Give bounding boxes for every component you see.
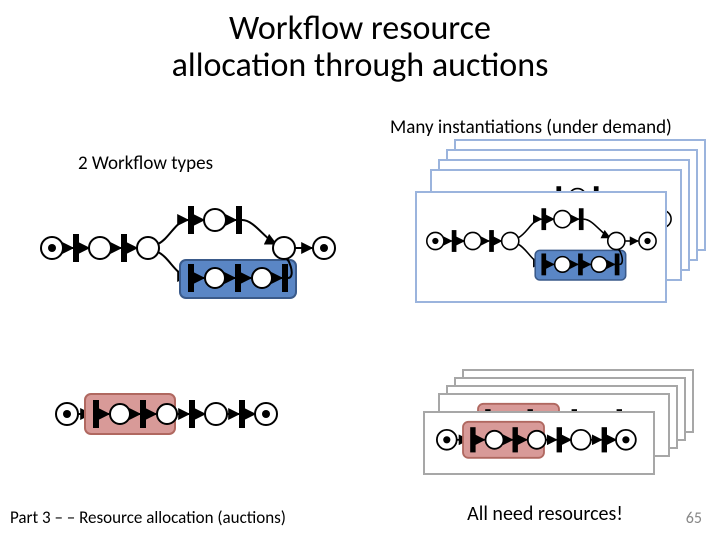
instantiations-type-b <box>424 370 693 474</box>
slide: Workflow resource allocation through auc… <box>0 0 720 540</box>
instantiations-type-a <box>416 140 705 302</box>
diagram-canvas <box>0 0 720 540</box>
workflow-type-a <box>41 206 335 298</box>
workflow-type-b <box>56 394 277 434</box>
